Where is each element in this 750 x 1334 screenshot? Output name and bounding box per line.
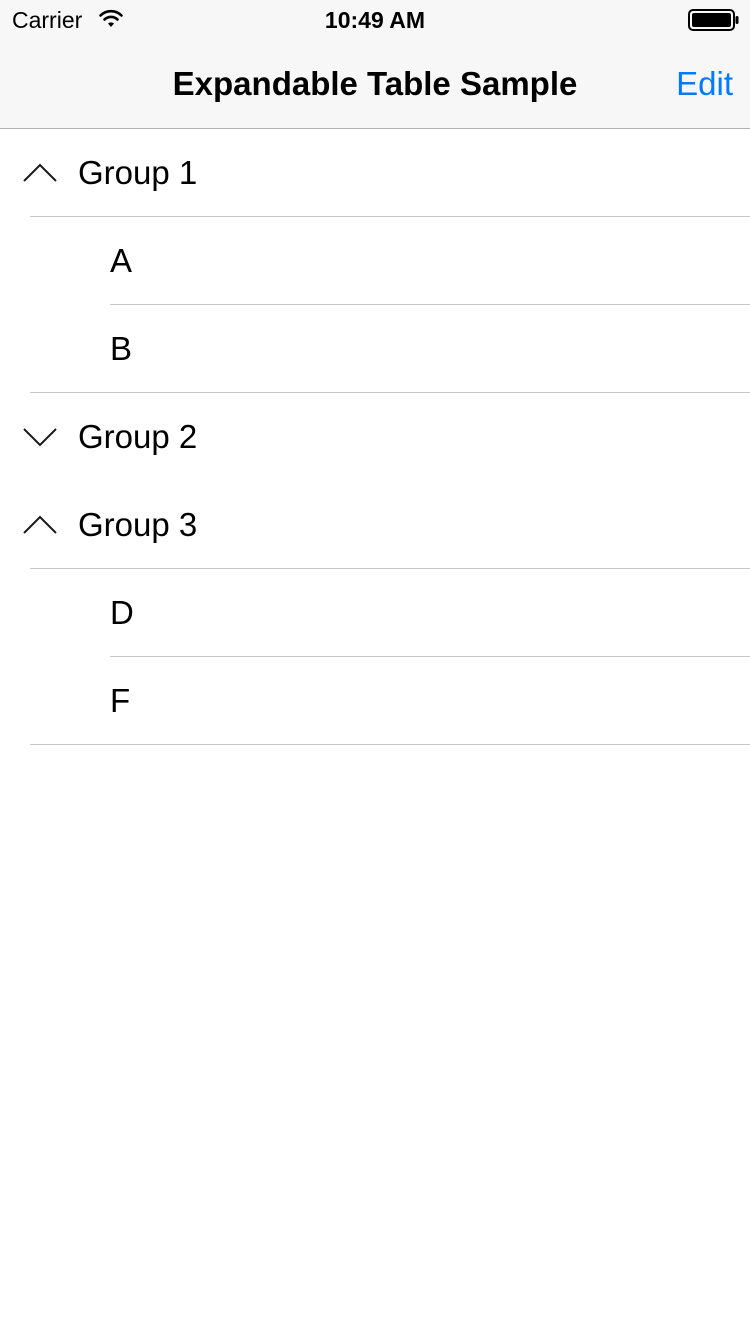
child-label: D — [110, 594, 134, 631]
chevron-down-icon[interactable] — [22, 425, 58, 449]
status-bar: Carrier 10:49 AM — [0, 0, 750, 40]
child-row-d[interactable]: D — [0, 569, 750, 657]
chevron-up-icon[interactable] — [22, 161, 58, 185]
expandable-table: Group 1 A B Group 2 Group 3 D F — [0, 129, 750, 745]
child-row-a[interactable]: A — [0, 217, 750, 305]
group-label: Group 3 — [78, 506, 198, 543]
group-row-2[interactable]: Group 2 — [0, 393, 750, 481]
group-row-1[interactable]: Group 1 — [0, 129, 750, 217]
status-time: 10:49 AM — [324, 7, 426, 33]
edit-button[interactable]: Edit — [676, 40, 733, 128]
child-label: B — [110, 330, 133, 367]
child-label: A — [110, 242, 133, 279]
chevron-up-icon[interactable] — [22, 513, 58, 537]
battery-icon — [688, 9, 739, 31]
group-label: Group 1 — [78, 154, 198, 191]
row-divider — [30, 744, 750, 745]
navigation-bar: Expandable Table Sample Edit — [0, 40, 750, 129]
child-row-b[interactable]: B — [0, 305, 750, 393]
child-label: F — [110, 682, 131, 719]
page-title: Expandable Table Sample — [172, 65, 578, 102]
child-row-f[interactable]: F — [0, 657, 750, 745]
group-label: Group 2 — [78, 418, 198, 455]
group-row-3[interactable]: Group 3 — [0, 481, 750, 569]
